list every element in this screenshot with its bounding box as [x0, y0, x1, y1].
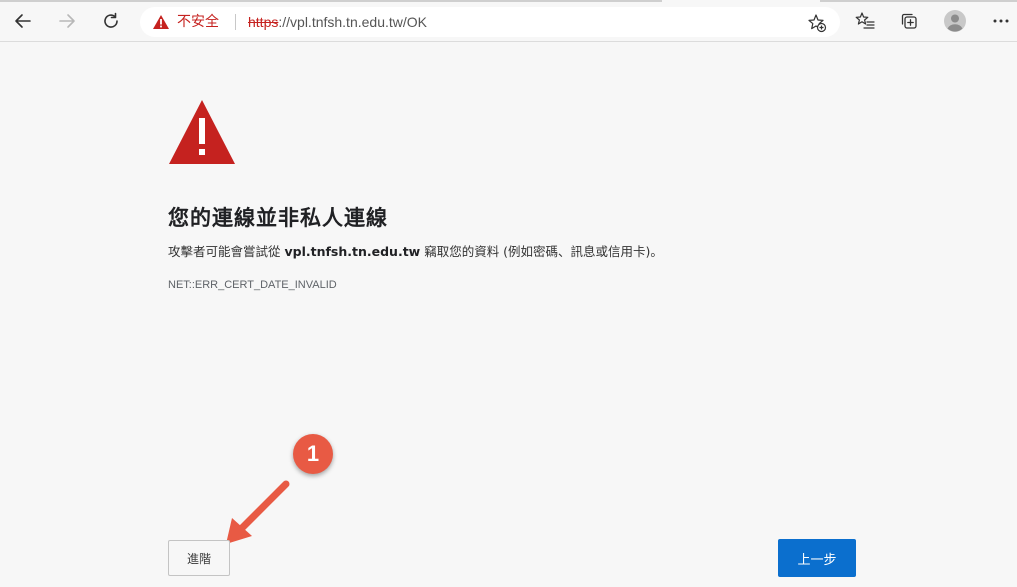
warning-description: 攻擊者可能會嘗試從 vpl.tnfsh.tn.edu.tw 竊取您的資料 (例如… [168, 241, 663, 260]
browser-toolbar: 不安全 https://vpl.tnfsh.tn.edu.tw/OK [0, 0, 1017, 42]
refresh-button[interactable] [96, 6, 126, 36]
profile-button[interactable] [940, 6, 970, 36]
url-host-path: ://vpl.tnfsh.tn.edu.tw/OK [278, 14, 427, 30]
large-warning-icon [169, 100, 235, 164]
warning-triangle-icon [153, 15, 169, 29]
go-back-button[interactable]: 上一步 [778, 539, 856, 577]
annotation-arrow [226, 480, 290, 544]
page-title: 您的連線並非私人連線 [168, 206, 388, 230]
error-code[interactable]: NET::ERR_CERT_DATE_INVALID [168, 279, 337, 291]
tab-strip-edge [0, 0, 662, 2]
advanced-button[interactable]: 進階 [168, 540, 230, 576]
star-add-icon[interactable] [807, 13, 827, 33]
forward-button[interactable] [52, 6, 82, 36]
security-status-label[interactable]: 不安全 [177, 13, 219, 31]
more-dots-icon [993, 19, 1009, 23]
description-suffix: 竊取您的資料 (例如密碼、訊息或信用卡)。 [420, 244, 663, 259]
back-button[interactable] [8, 6, 38, 36]
back-arrow-icon [15, 14, 31, 28]
tab-strip-edge-right [820, 0, 1017, 2]
favorites-list-icon [855, 12, 875, 29]
url-text[interactable]: https://vpl.tnfsh.tn.edu.tw/OK [248, 13, 427, 31]
profile-avatar-icon [944, 10, 966, 32]
settings-menu-button[interactable] [986, 6, 1016, 36]
description-host: vpl.tnfsh.tn.edu.tw [284, 244, 421, 259]
address-bar[interactable]: 不安全 https://vpl.tnfsh.tn.edu.tw/OK [140, 7, 840, 37]
step-badge: 1 [293, 434, 333, 474]
address-divider [235, 14, 236, 30]
refresh-icon [104, 12, 118, 28]
url-scheme: https [248, 14, 279, 30]
forward-arrow-icon [59, 14, 75, 28]
collections-button[interactable] [894, 6, 924, 36]
collections-icon [901, 13, 917, 29]
favorites-button[interactable] [850, 6, 880, 36]
description-prefix: 攻擊者可能會嘗試從 [168, 244, 285, 259]
